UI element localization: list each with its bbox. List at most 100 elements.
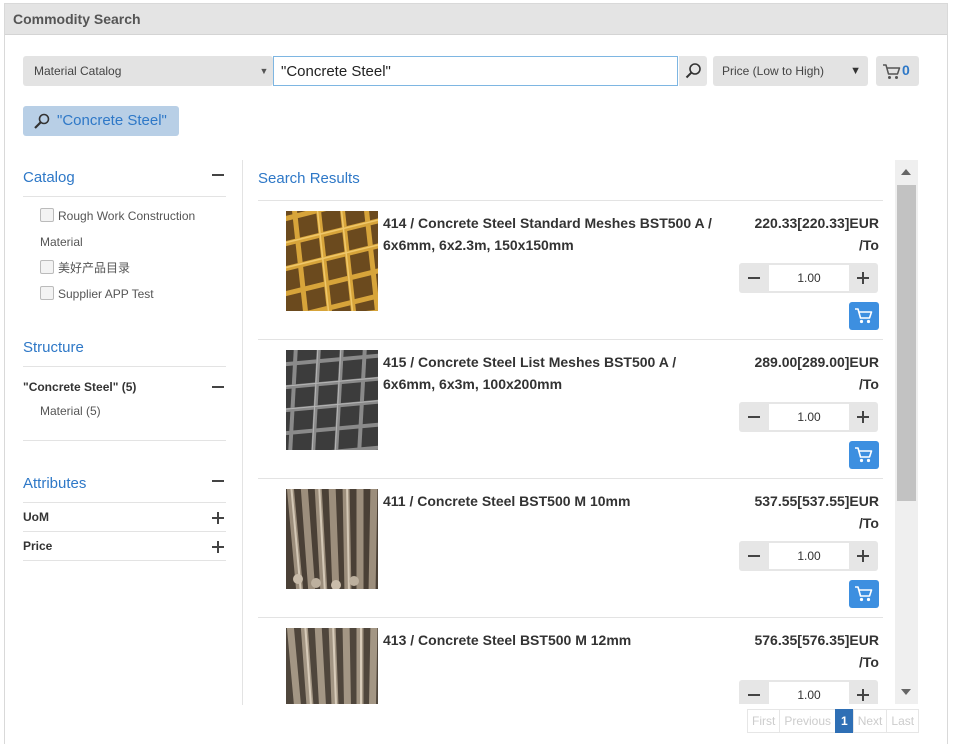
cart-icon — [883, 64, 901, 79]
quantity-stepper — [739, 680, 878, 704]
price-unit: /To — [859, 515, 879, 531]
next-page-button[interactable]: Next — [852, 709, 888, 733]
cart-icon — [855, 308, 873, 324]
cart-icon — [855, 447, 873, 463]
expand-icon[interactable] — [210, 510, 226, 526]
expand-icon[interactable] — [210, 539, 226, 555]
increase-quantity-button[interactable] — [848, 263, 878, 293]
results-list: 414 / Concrete Steel Standard Meshes BST… — [258, 201, 883, 704]
increase-quantity-button[interactable] — [848, 402, 878, 432]
decrease-quantity-button[interactable] — [739, 402, 769, 432]
scroll-up-arrow-icon[interactable] — [895, 160, 918, 183]
previous-page-button[interactable]: Previous — [779, 709, 837, 733]
decrease-quantity-button[interactable] — [739, 263, 769, 293]
catalog-section-title: Catalog — [23, 169, 75, 186]
window-title: Commodity Search — [5, 4, 947, 35]
active-filter-chip[interactable]: "Concrete Steel" — [23, 106, 179, 136]
product-name[interactable]: 414 / Concrete Steel Standard Meshes BST… — [383, 212, 713, 256]
attribute-label: Price — [23, 539, 53, 553]
scrollbar-thumb[interactable] — [897, 185, 916, 501]
quantity-stepper — [739, 402, 878, 432]
first-page-button[interactable]: First — [747, 709, 781, 733]
increase-quantity-button[interactable] — [848, 541, 878, 571]
filter-sidebar: Catalog Rough Work Construction Material… — [23, 157, 226, 561]
attribute-label: UoM — [23, 510, 49, 524]
search-input[interactable] — [273, 56, 678, 86]
catalog-list: Rough Work Construction Material 美好产品目录 … — [23, 197, 226, 315]
active-filter-label: "Concrete Steel" — [57, 112, 167, 129]
quantity-input[interactable] — [769, 682, 849, 704]
product-name[interactable]: 411 / Concrete Steel BST500 M 10mm — [383, 490, 713, 512]
product-name[interactable]: 413 / Concrete Steel BST500 M 12mm — [383, 629, 713, 651]
product-image[interactable] — [286, 211, 378, 311]
search-button[interactable] — [679, 56, 707, 86]
add-to-cart-button[interactable] — [849, 302, 879, 330]
attributes-section-title: Attributes — [23, 475, 87, 492]
decrease-quantity-button[interactable] — [739, 541, 769, 571]
column-divider — [242, 160, 243, 705]
product-name[interactable]: 415 / Concrete Steel List Meshes BST500 … — [383, 351, 713, 395]
catalog-section-header: Catalog — [23, 157, 226, 197]
product-price: 537.55[537.55]EUR /To — [719, 490, 879, 534]
cart-count: 0 — [902, 62, 910, 78]
increase-quantity-button[interactable] — [848, 680, 878, 704]
magnifier-icon — [34, 113, 50, 129]
scroll-down-arrow-icon[interactable] — [895, 681, 918, 704]
sort-select[interactable]: Price (Low to High) ▼ — [713, 56, 868, 86]
chevron-down-icon: ▼ — [259, 66, 269, 76]
structure-section-header: Structure — [23, 327, 226, 367]
current-page-button[interactable]: 1 — [835, 709, 854, 733]
quantity-stepper — [739, 541, 878, 571]
price-value: 576.35[576.35]EUR — [754, 632, 879, 648]
attribute-uom[interactable]: UoM — [23, 503, 226, 532]
structure-node-label: "Concrete Steel" (5) — [23, 380, 137, 394]
cart-button[interactable]: 0 — [876, 56, 919, 86]
price-value: 289.00[289.00]EUR — [754, 354, 879, 370]
attribute-price[interactable]: Price — [23, 532, 226, 561]
collapse-icon[interactable] — [210, 167, 226, 183]
catalog-item: Supplier APP Test — [23, 281, 226, 307]
collapse-icon[interactable] — [210, 379, 226, 395]
catalog-item-label: Supplier APP Test — [58, 287, 154, 301]
collapse-icon[interactable] — [210, 473, 226, 489]
price-value: 537.55[537.55]EUR — [754, 493, 879, 509]
add-to-cart-button[interactable] — [849, 441, 879, 469]
catalog-select[interactable]: Material Catalog ▼ — [23, 56, 273, 86]
catalog-item-label: 美好产品目录 — [58, 261, 131, 275]
chevron-down-icon: ▼ — [850, 65, 861, 77]
product-price: 576.35[576.35]EUR /To — [719, 629, 879, 673]
decrease-quantity-button[interactable] — [739, 680, 769, 704]
quantity-stepper — [739, 263, 878, 293]
catalog-checkbox[interactable] — [40, 286, 54, 300]
catalog-select-value: Material Catalog — [34, 64, 122, 78]
add-to-cart-button[interactable] — [849, 580, 879, 608]
cart-icon — [855, 586, 873, 602]
catalog-item-label: Material — [40, 235, 83, 249]
quantity-input[interactable] — [769, 404, 849, 430]
structure-child[interactable]: Material (5) — [23, 401, 226, 441]
results-scrollbar[interactable] — [895, 160, 918, 704]
product-image[interactable] — [286, 628, 378, 704]
structure-node[interactable]: "Concrete Steel" (5) — [23, 373, 226, 401]
catalog-checkbox[interactable] — [40, 260, 54, 274]
structure-child-label: Material (5) — [40, 404, 101, 418]
pagination: First Previous 1 Next Last — [747, 709, 920, 733]
catalog-checkbox[interactable] — [40, 208, 54, 222]
price-value: 220.33[220.33]EUR — [754, 215, 879, 231]
catalog-item: 美好产品目录 — [23, 255, 226, 281]
catalog-item: Rough Work Construction — [23, 203, 226, 229]
quantity-input[interactable] — [769, 543, 849, 569]
product-image[interactable] — [286, 489, 378, 589]
catalog-item-label: Rough Work Construction — [58, 209, 196, 223]
price-unit: /To — [859, 237, 879, 253]
result-item: 415 / Concrete Steel List Meshes BST500 … — [258, 340, 883, 479]
product-price: 289.00[289.00]EUR /To — [719, 351, 879, 395]
product-image[interactable] — [286, 350, 378, 450]
price-unit: /To — [859, 376, 879, 392]
result-item: 414 / Concrete Steel Standard Meshes BST… — [258, 201, 883, 340]
last-page-button[interactable]: Last — [886, 709, 920, 733]
quantity-input[interactable] — [769, 265, 849, 291]
sort-select-value: Price (Low to High) — [722, 64, 825, 78]
structure-section-title: Structure — [23, 339, 84, 356]
price-unit: /To — [859, 654, 879, 670]
